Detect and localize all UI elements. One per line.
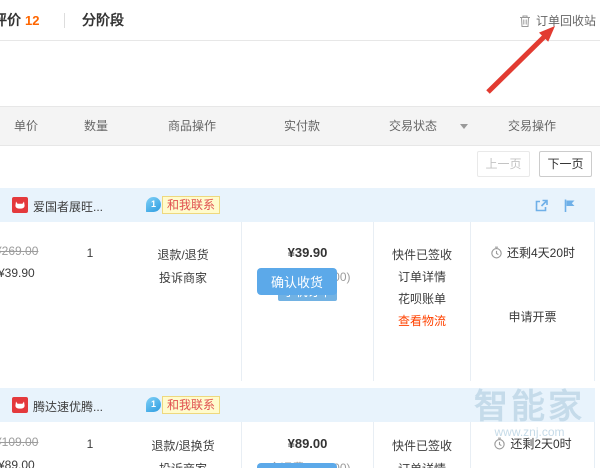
col-quantity: 数量	[84, 119, 109, 133]
tab-review-count: 12	[25, 13, 40, 28]
contact-me-badge[interactable]: 和我联系	[162, 196, 221, 214]
original-price: ¥269.00	[0, 244, 39, 258]
shop-name-link[interactable]: 爱国者展旺...	[33, 198, 103, 215]
wangwang-icon[interactable]: 1	[146, 397, 161, 412]
confirm-receipt-button[interactable]: 确认收货	[257, 268, 337, 295]
order-detail-link[interactable]: 订单详情	[374, 460, 470, 468]
order-recycle-bin-link[interactable]: 订单回收站	[518, 12, 596, 29]
wangwang-icon[interactable]: 1	[146, 197, 161, 212]
view-logistics-link[interactable]: 查看物流	[374, 312, 470, 329]
order-list-page: 评价12 分阶段 订单回收站 单价 数量 商品操作 实付款 交易状态 交易操作 …	[0, 0, 600, 468]
refund-link[interactable]: 退款/退换货	[132, 437, 234, 454]
paid-amount: ¥39.90	[287, 245, 328, 260]
contact-me-badge[interactable]: 和我联系	[162, 396, 221, 414]
countdown: 还剩2天0时	[471, 435, 594, 452]
status-filter-caret-icon[interactable]	[460, 124, 468, 129]
col-status: 交易状态	[389, 119, 438, 133]
col-paid: 实付款	[284, 119, 321, 133]
countdown: 还剩4天20时	[471, 244, 594, 261]
flag-order-icon[interactable]	[561, 197, 578, 214]
original-price: ¥109.00	[0, 435, 39, 449]
huabei-bill-link[interactable]: 花呗账单	[374, 290, 470, 307]
order-detail-link[interactable]: 订单详情	[374, 268, 470, 285]
top-tab-bar: 评价 12 分阶段 订单回收站	[0, 0, 600, 41]
tab-staged[interactable]: 分阶段	[82, 10, 124, 30]
confirm-receipt-button[interactable]: 确认收货	[257, 463, 337, 468]
order-2-header: 腾达速优腾... 1 和我联系	[0, 388, 595, 422]
refund-link[interactable]: 退款/退货	[138, 246, 228, 263]
order-1-body: ¥269.00 ¥39.90 1 退款/退货 投诉商家 ¥39.90 (含运费：…	[0, 222, 595, 381]
next-page-button[interactable]: 下一页	[539, 151, 592, 177]
clock-icon	[494, 437, 506, 450]
countdown-text: 还剩4天20时	[506, 246, 576, 260]
col-trade-actions: 交易操作	[508, 119, 557, 133]
tmall-icon	[12, 197, 28, 213]
tmall-icon	[12, 397, 28, 413]
col-item-actions: 商品操作	[168, 119, 217, 133]
tab-review-label: 评价	[0, 12, 21, 28]
current-price: ¥39.90	[0, 266, 35, 280]
paid-amount: ¥89.00	[287, 436, 328, 451]
countdown-text: 还剩2天0时	[510, 437, 572, 451]
status-text: 快件已签收	[391, 248, 452, 262]
col-unit-price: 单价	[14, 119, 39, 133]
order-2-body: ¥109.00 ¥89.00 1 退款/退换货 投诉商家 ¥89.00 (含运费…	[0, 422, 595, 468]
prev-page-button[interactable]: 上一页	[477, 151, 530, 177]
complain-link[interactable]: 投诉商家	[132, 460, 234, 468]
tab-review[interactable]: 评价 12	[0, 10, 39, 30]
table-header: 单价 数量 商品操作 实付款 交易状态 交易操作	[0, 106, 600, 146]
tab-divider	[64, 13, 65, 28]
clock-icon	[491, 246, 502, 259]
order-1-header: 爱国者展旺... 1 和我联系	[0, 188, 595, 222]
trash-icon	[519, 15, 530, 27]
shop-name-link[interactable]: 腾达速优腾...	[33, 398, 103, 415]
current-price: ¥89.00	[0, 458, 35, 468]
status-text: 快件已签收	[391, 439, 452, 453]
quantity: 1	[86, 246, 94, 260]
recycle-bin-label: 订单回收站	[535, 14, 596, 28]
quantity: 1	[86, 437, 94, 451]
request-invoice-link[interactable]: 申请开票	[471, 308, 594, 325]
complain-link[interactable]: 投诉商家	[138, 269, 228, 286]
share-order-icon[interactable]	[533, 197, 550, 214]
